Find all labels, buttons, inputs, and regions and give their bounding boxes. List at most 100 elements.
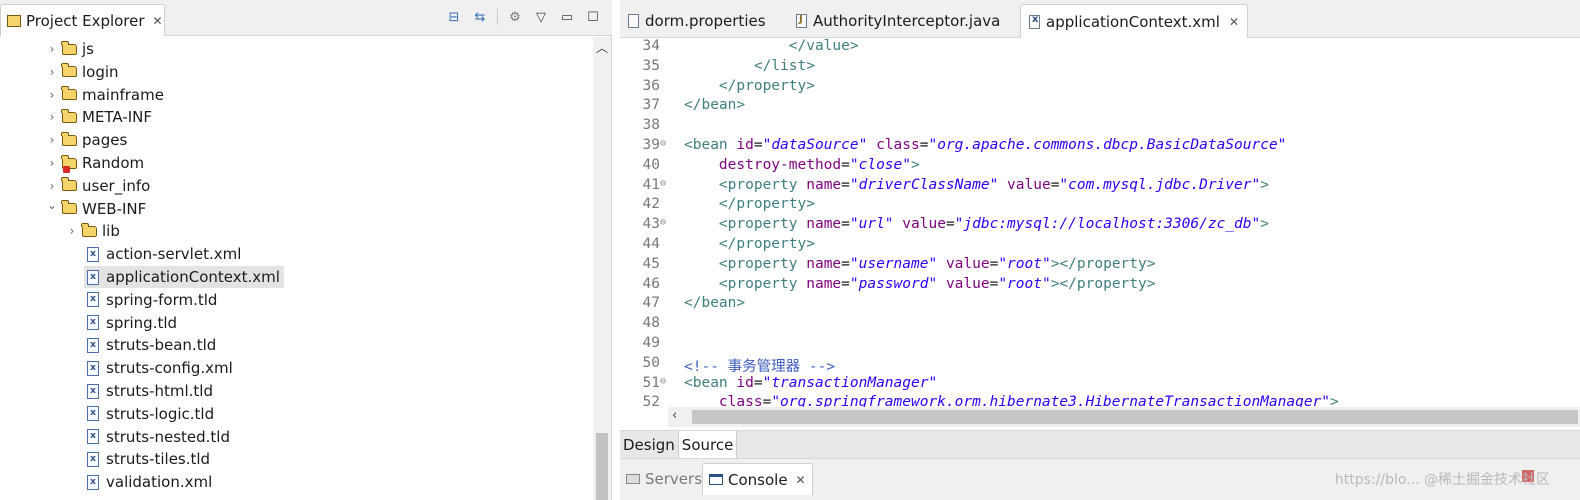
fold-toggle-icon[interactable]: ⊖ (660, 138, 670, 149)
scroll-up-icon[interactable]: ︿ (593, 39, 611, 55)
properties-file-icon (628, 14, 639, 28)
tree-folder[interactable]: › META-INF (44, 106, 152, 128)
tree-folder[interactable]: › pages (44, 129, 128, 151)
code-line[interactable]: 43 ⊖ <property name="url" value="jdbc:mys… (620, 216, 1580, 236)
close-icon[interactable]: ✕ (153, 14, 163, 28)
view-menu-icon[interactable]: ⚙ (506, 8, 524, 26)
tree-file[interactable]: x spring-form.tld (84, 289, 217, 311)
line-number: 42 (642, 196, 660, 213)
chevron-right-icon[interactable]: › (44, 88, 60, 102)
code-line[interactable]: 52 class="org.springframework.orm.hibern… (620, 394, 1580, 407)
xml-file-icon: x (84, 474, 102, 490)
code-line[interactable]: 39 ⊖ <bean id="dataSource" class="org.apac… (620, 137, 1580, 157)
tab-application-context[interactable]: applicationContext.xml ✕ (1020, 4, 1248, 38)
tab-design[interactable]: Design (620, 431, 678, 458)
code-line[interactable]: 40 destroy-method="close"> (620, 157, 1580, 177)
code-line[interactable]: 38 (620, 117, 1580, 137)
collapse-all-icon[interactable]: ⊟ (445, 8, 463, 26)
fold-toggle-icon[interactable]: ⊖ (660, 217, 670, 228)
tree-folder[interactable]: › Random (44, 152, 144, 174)
xml-file-icon: x (84, 383, 102, 399)
code-token: <property (718, 216, 807, 233)
tree-file[interactable]: x validation.xml (84, 471, 212, 493)
chevron-right-icon[interactable]: › (44, 110, 60, 124)
tree-vertical-scrollbar[interactable]: ︿ (593, 37, 611, 500)
folder-icon (60, 131, 78, 148)
chevron-right-icon[interactable]: › (44, 156, 60, 170)
tab-console[interactable]: Console ✕ (702, 463, 813, 495)
code-line[interactable]: 46 <property name="password" value="root… (620, 276, 1580, 296)
chevron-right-icon[interactable]: › (44, 65, 60, 79)
code-line[interactable]: 47 </bean> (620, 295, 1580, 315)
editor-horizontal-scrollbar[interactable]: ‹ (668, 407, 1580, 427)
code-line[interactable]: 48 (620, 315, 1580, 335)
tree-file[interactable]: x struts-bean.tld (84, 334, 216, 356)
line-number: 47 (642, 295, 660, 312)
folder-icon (60, 154, 78, 173)
tree-file[interactable]: x spring.tld (84, 312, 177, 334)
close-icon[interactable]: ✕ (1229, 15, 1239, 29)
chevron-right-icon[interactable]: › (64, 224, 80, 238)
tree-folder[interactable]: ⌄ WEB-INF (44, 198, 146, 220)
tree-file[interactable]: x action-servlet.xml (84, 243, 241, 265)
source-code-area[interactable]: 34 </value> 35 </list> 36 </property> 37 </b… (620, 39, 1580, 407)
tree-file[interactable]: x applicationContext.xml (84, 266, 284, 288)
scrollbar-thumb[interactable] (692, 410, 1578, 424)
close-icon[interactable]: ✕ (796, 473, 806, 487)
code-line[interactable]: 49 (620, 335, 1580, 355)
bottom-panel: Servers Console ✕ https://blo... @稀土掘金技术… (620, 458, 1580, 500)
tree-file[interactable]: x struts-logic.tld (84, 403, 214, 425)
code-line[interactable]: 42 </property> (620, 196, 1580, 216)
tree-file[interactable]: x struts-nested.tld (84, 426, 230, 448)
maximize-icon[interactable]: ☐ (584, 8, 602, 26)
tree-file[interactable]: x struts-html.tld (84, 380, 213, 402)
line-number: 34 (642, 39, 660, 54)
chevron-right-icon[interactable]: › (44, 179, 60, 193)
xml-file-icon: x (84, 269, 102, 285)
scroll-left-icon[interactable]: ‹ (672, 408, 677, 423)
code-line[interactable]: 41 ⊖ <property name="driverClassName" val… (620, 177, 1580, 197)
chevron-right-icon[interactable]: › (44, 42, 60, 56)
code-line[interactable]: 36 </property> (620, 78, 1580, 98)
link-with-editor-icon[interactable]: ⇆ (471, 8, 489, 26)
code-line[interactable]: 34 </value> (620, 39, 1580, 58)
tree-file[interactable]: x struts-config.xml (84, 357, 233, 379)
code-token: > (1260, 176, 1269, 193)
code-line[interactable]: 44 </property> (620, 236, 1580, 256)
line-number: 36 (642, 77, 660, 94)
project-explorer-tab[interactable]: Project Explorer ✕ (0, 4, 165, 36)
fold-toggle-icon[interactable]: ⊖ (660, 178, 670, 189)
tab-servers[interactable]: Servers (620, 463, 708, 495)
tree-file[interactable]: x struts-tiles.tld (84, 448, 210, 470)
tree-folder[interactable]: › user_info (44, 175, 151, 197)
tree-folder[interactable]: › mainframe (44, 84, 164, 106)
tab-source[interactable]: Source (677, 431, 738, 458)
tab-dorm-properties[interactable]: dorm.properties (620, 4, 774, 38)
folder-icon (60, 86, 78, 103)
xml-file-icon: x (84, 406, 102, 422)
code-line[interactable]: 35 </list> (620, 58, 1580, 78)
xml-file-icon: x (84, 315, 102, 331)
code-token: <property (718, 255, 807, 272)
minimize-icon[interactable]: ▭ (558, 8, 576, 26)
tree-folder[interactable]: › js (44, 38, 94, 60)
code-token: </property> (718, 236, 815, 252)
code-line[interactable]: 37 </bean> (620, 97, 1580, 117)
code-line[interactable]: 45 <property name="username" value="root… (620, 256, 1580, 276)
scrollbar-thumb[interactable] (596, 433, 608, 500)
xml-file-icon: x (84, 451, 102, 467)
code-line[interactable]: 50 <!-- 事务管理器 --> (620, 355, 1580, 375)
line-number: 41 (642, 176, 660, 193)
tree-folder[interactable]: › lib (64, 220, 120, 242)
tree-folder[interactable]: › login (44, 61, 119, 83)
line-number: 43 (642, 216, 660, 233)
code-line[interactable]: 51 ⊖ <bean id="transactionManager" (620, 375, 1580, 395)
chevron-down-icon[interactable]: ▽ (532, 8, 550, 26)
chevron-down-icon[interactable]: ⌄ (44, 198, 60, 212)
tab-authority-interceptor[interactable]: AuthorityInterceptor.java (788, 4, 1008, 38)
fold-toggle-icon[interactable]: ⊖ (660, 376, 670, 387)
chevron-right-icon[interactable]: › (44, 133, 60, 147)
